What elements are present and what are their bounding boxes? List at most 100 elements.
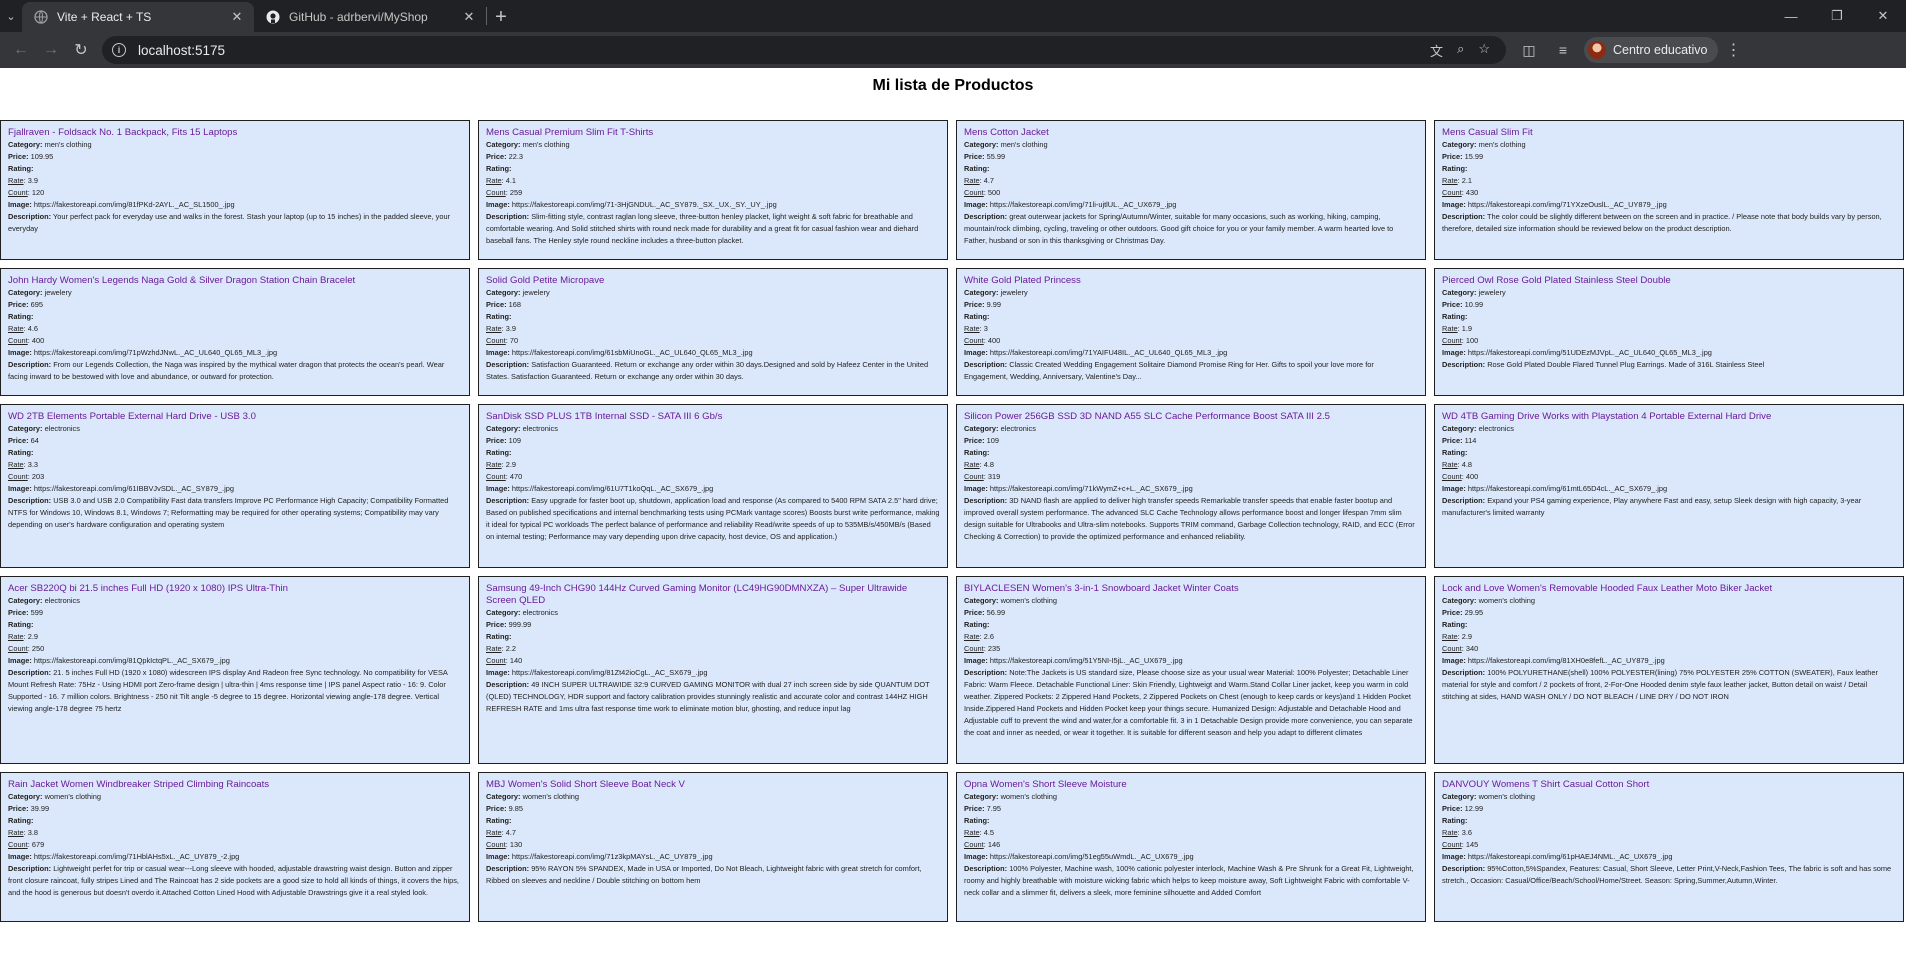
extensions-puzzle-icon[interactable]: ◫ xyxy=(1514,35,1544,65)
price-label: Price: xyxy=(964,152,985,161)
url-text[interactable]: localhost:5175 xyxy=(138,43,1430,58)
rate-label: Rate xyxy=(486,644,502,653)
price-label: Price: xyxy=(1442,152,1463,161)
count-row: Count: 400 xyxy=(1442,472,1479,481)
category-value: men's clothing xyxy=(1478,140,1526,149)
category-row: Category: electronics xyxy=(486,607,940,619)
rating-label: Rating: xyxy=(964,816,990,825)
image-label: Image: xyxy=(486,484,510,493)
price-label: Price: xyxy=(1442,436,1463,445)
rating-label: Rating: xyxy=(964,448,990,457)
description-label: Description: xyxy=(486,864,530,873)
site-info-icon[interactable]: i xyxy=(112,43,126,57)
page-content: Mi lista de Productos Fjallraven - Folds… xyxy=(0,68,1906,980)
rating-row: Rating: xyxy=(486,447,940,459)
rate-value: 4.1 xyxy=(505,176,517,185)
menu-kebab-icon[interactable]: ⋮ xyxy=(1722,40,1746,60)
product-title: Opna Women's Short Sleeve Moisture xyxy=(964,779,1127,790)
address-bar[interactable]: i localhost:5175 文 ⌕ ☆ xyxy=(102,36,1506,64)
description-text: 3D NAND flash are applied to deliver hig… xyxy=(964,496,1415,541)
description-label: Description: xyxy=(964,496,1008,505)
description-text: From our Legends Collection, the Naga wa… xyxy=(8,360,445,381)
category-value: women's clothing xyxy=(1478,792,1536,801)
price-row: Price: 109 xyxy=(964,435,1418,447)
count-label: Count xyxy=(8,644,28,653)
price-row: Price: 15.99 xyxy=(1442,151,1896,163)
minimize-icon[interactable]: — xyxy=(1768,0,1814,32)
description-label: Description: xyxy=(964,668,1008,677)
rate-label: Rate xyxy=(964,460,980,469)
close-tab-icon[interactable]: ✕ xyxy=(461,9,477,25)
description-row: Description: 3D NAND flash are applied t… xyxy=(964,495,1418,543)
description-row: Description: 100% POLYURETHANE(shell) 10… xyxy=(1442,667,1896,703)
close-window-icon[interactable]: ✕ xyxy=(1860,0,1906,32)
rating-row: Rating: xyxy=(8,163,462,175)
reading-list-icon[interactable]: ≡ xyxy=(1548,35,1578,65)
product-title: DANVOUY Womens T Shirt Casual Cotton Sho… xyxy=(1442,779,1650,790)
rating-label: Rating: xyxy=(8,164,34,173)
tab-github[interactable]: GitHub - adrbervi/MyShop ✕ xyxy=(254,2,486,32)
price-label: Price: xyxy=(1442,300,1463,309)
count-value: 470 xyxy=(509,472,523,481)
reload-icon[interactable]: ↻ xyxy=(66,35,96,65)
back-arrow-icon[interactable]: ← xyxy=(6,35,36,65)
category-row: Category: men's clothing xyxy=(486,139,940,151)
bookmark-star-icon[interactable]: ☆ xyxy=(1478,41,1490,60)
category-value: electronics xyxy=(44,424,80,433)
product-card: Samsung 49-Inch CHG90 144Hz Curved Gamin… xyxy=(478,576,948,764)
zoom-icon[interactable]: ⌕ xyxy=(1457,41,1464,60)
rating-label: Rating: xyxy=(486,312,512,321)
description-label: Description: xyxy=(8,668,52,677)
product-card: Opna Women's Short Sleeve Moisture Catego… xyxy=(956,772,1426,922)
category-value: jewelery xyxy=(44,288,72,297)
rating-label: Rating: xyxy=(964,312,990,321)
count-label: Count xyxy=(964,840,984,849)
category-row: Category: electronics xyxy=(1442,423,1896,435)
category-value: electronics xyxy=(522,424,558,433)
new-tab-icon[interactable]: + xyxy=(487,2,515,32)
category-value: electronics xyxy=(1478,424,1514,433)
image-label: Image: xyxy=(964,656,988,665)
forward-arrow-icon[interactable]: → xyxy=(36,35,66,65)
product-title: BIYLACLESEN Women's 3-in-1 Snowboard Jac… xyxy=(964,583,1239,594)
product-card: Solid Gold Petite Micropave Category: jew… xyxy=(478,268,948,396)
restore-icon[interactable]: ❐ xyxy=(1814,0,1860,32)
rate-row: Rate: 2.9 xyxy=(1442,632,1473,641)
rating-row: Rating: xyxy=(1442,619,1896,631)
translate-icon[interactable]: 文 xyxy=(1430,41,1443,60)
tab-search-chevron-icon[interactable]: ⌄ xyxy=(0,0,22,32)
rate-row: Rate: 1.9 xyxy=(1442,324,1473,333)
count-value: 145 xyxy=(1465,840,1479,849)
image-row: Image: https://fakestoreapi.com/img/81Qp… xyxy=(8,655,462,667)
rate-value: 2.9 xyxy=(27,632,39,641)
tab-title: Vite + React + TS xyxy=(57,10,152,24)
rate-label: Rate xyxy=(486,828,502,837)
rate-label: Rate xyxy=(1442,632,1458,641)
description-label: Description: xyxy=(486,360,530,369)
count-label: Count xyxy=(486,472,506,481)
rate-label: Rate xyxy=(964,176,980,185)
price-row: Price: 9.85 xyxy=(486,803,940,815)
profile-button[interactable]: Centro educativo xyxy=(1584,37,1718,63)
description-row: Description: The color could be slightly… xyxy=(1442,211,1896,235)
rating-label: Rating: xyxy=(8,448,34,457)
category-row: Category: women's clothing xyxy=(8,791,462,803)
description-text: Note:The Jackets is US standard size, Pl… xyxy=(964,668,1413,737)
description-label: Description: xyxy=(1442,864,1486,873)
count-label: Count xyxy=(486,336,506,345)
product-title: Mens Casual Premium Slim Fit T-Shirts xyxy=(486,127,654,138)
close-tab-icon[interactable]: ✕ xyxy=(229,9,245,25)
rating-row: Rating: xyxy=(1442,311,1896,323)
tab-vite-react[interactable]: Vite + React + TS ✕ xyxy=(22,2,254,32)
rate-value: 3.6 xyxy=(1461,828,1473,837)
image-row: Image: https://fakestoreapi.com/img/71YA… xyxy=(964,347,1418,359)
window-controls: — ❐ ✕ xyxy=(1768,0,1906,32)
category-row: Category: electronics xyxy=(8,595,462,607)
category-label: Category: xyxy=(964,596,999,605)
product-card: White Gold Plated Princess Category: jewe… xyxy=(956,268,1426,396)
image-label: Image: xyxy=(486,200,510,209)
rate-row: Rate: 3.3 xyxy=(8,460,39,469)
product-card: Acer SB220Q bi 21.5 inches Full HD (1920… xyxy=(0,576,470,764)
image-row: Image: https://fakestoreapi.com/img/71Hb… xyxy=(8,851,462,863)
price-value: 15.99 xyxy=(1464,152,1484,161)
